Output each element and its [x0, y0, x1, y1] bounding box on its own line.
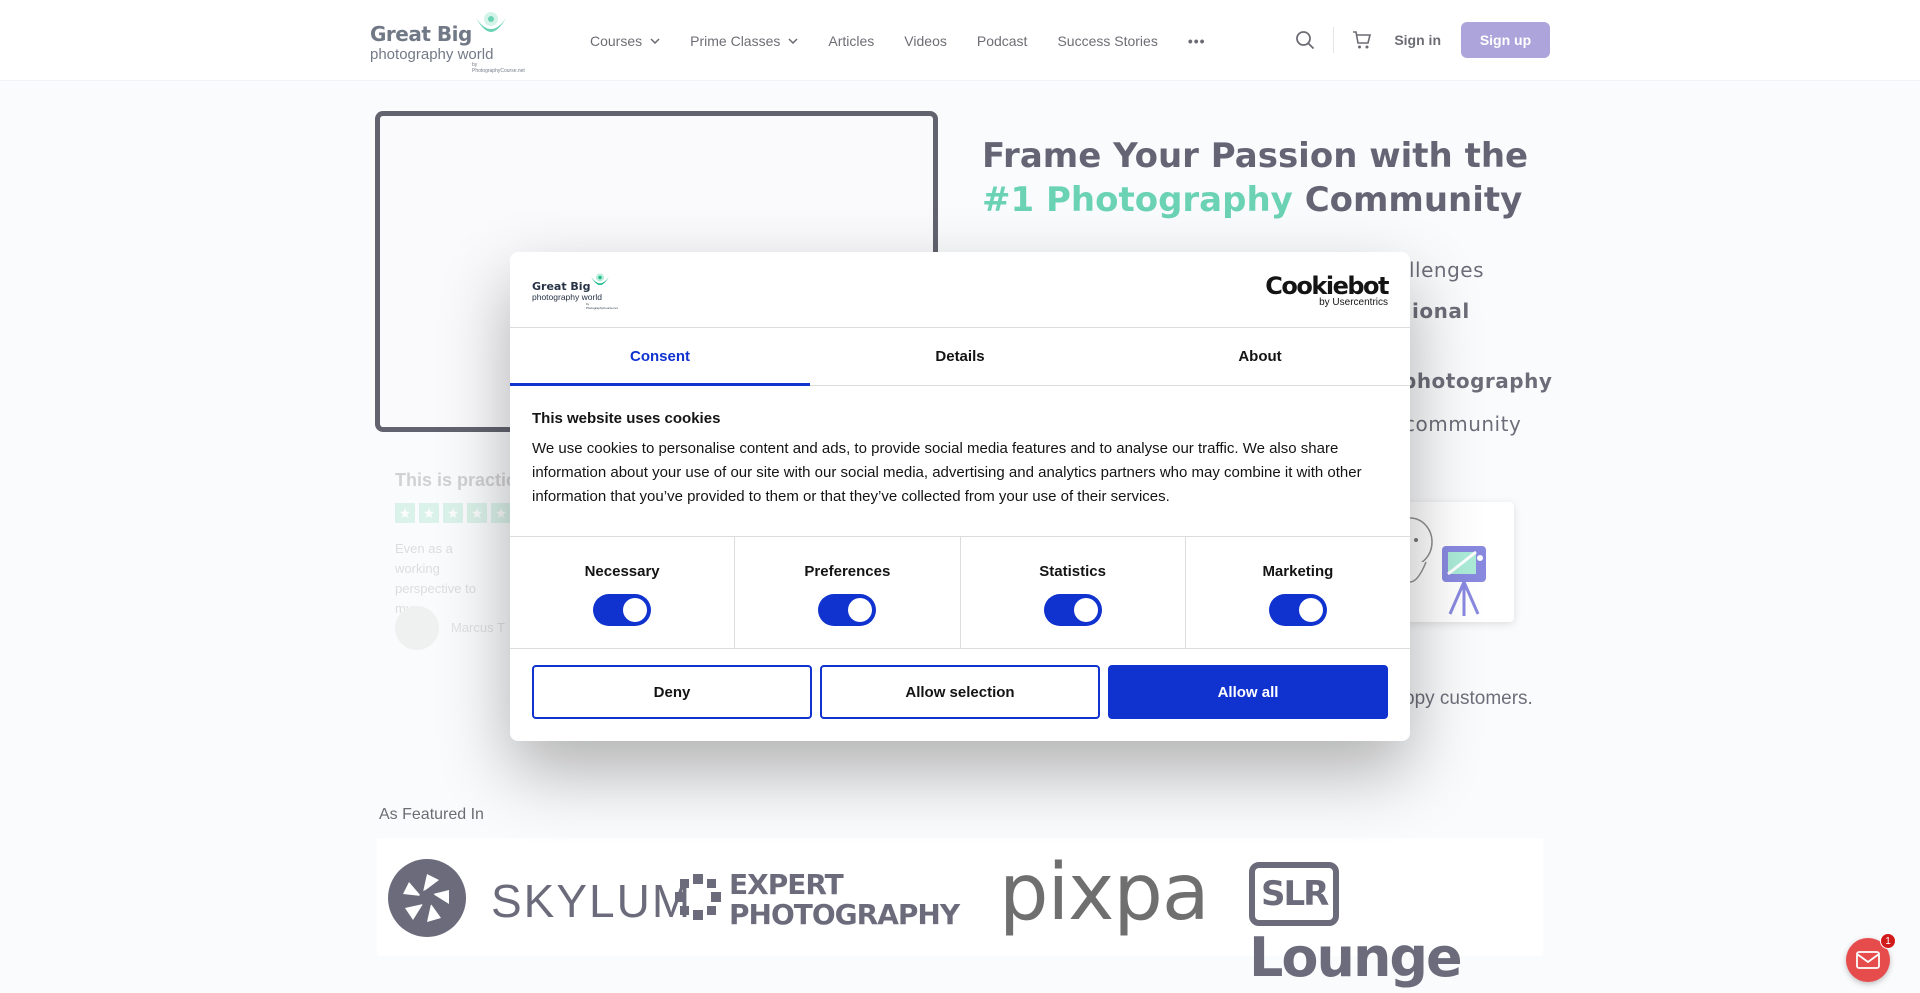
category-label: Necessary [584, 563, 660, 580]
cookiebot-logo[interactable]: Cookiebot by Usercentrics [1265, 272, 1389, 308]
category-label: Marketing [1262, 563, 1334, 580]
cookiebot-name: Cookiebot [1265, 272, 1389, 300]
allow-selection-button[interactable]: Allow selection [820, 665, 1100, 719]
tab-details[interactable]: Details [810, 328, 1110, 385]
category-preferences: Preferences [735, 537, 961, 648]
dialog-tabs: Consent Details About [510, 328, 1410, 386]
toggle-knob [1298, 598, 1323, 622]
marketing-toggle[interactable] [1268, 594, 1327, 626]
category-statistics: Statistics [961, 537, 1186, 648]
logo-flower-icon [591, 273, 609, 286]
preferences-toggle[interactable] [818, 594, 877, 626]
dialog-title: This website uses cookies [532, 410, 721, 427]
category-necessary: Necessary [510, 537, 736, 648]
category-label: Statistics [1039, 563, 1106, 580]
category-marketing: Marketing [1186, 537, 1410, 648]
allow-all-button[interactable]: Allow all [1108, 665, 1388, 719]
chat-notification-badge: 1 [1880, 933, 1896, 949]
dialog-site-logo: Great Big photography world by Photograp… [532, 272, 618, 310]
tab-about[interactable]: About [1110, 328, 1410, 385]
cookie-category-toggles: Necessary Preferences Statistics Marketi… [510, 536, 1410, 649]
dialog-buttons: Deny Allow selection Allow all [510, 649, 1410, 719]
toggle-knob [623, 598, 648, 622]
dialog-text: We use cookies to personalise content an… [532, 440, 1362, 505]
category-label: Preferences [804, 563, 891, 580]
deny-button[interactable]: Deny [532, 665, 812, 719]
dialog-body: This website uses cookies We use cookies… [510, 386, 1410, 536]
necessary-toggle[interactable] [593, 594, 652, 626]
statistics-toggle[interactable] [1043, 594, 1102, 626]
toggle-knob [1073, 598, 1098, 622]
dialog-header: Great Big photography world by Photograp… [510, 252, 1410, 328]
dialog-logo-line-3: by PhotographyCourse.net [586, 302, 618, 310]
tab-consent[interactable]: Consent [510, 328, 810, 386]
envelope-icon [1856, 951, 1880, 969]
toggle-knob [848, 598, 873, 622]
cookie-consent-dialog: Great Big photography world by Photograp… [510, 252, 1410, 741]
dialog-logo-line-2: photography world [532, 292, 602, 302]
